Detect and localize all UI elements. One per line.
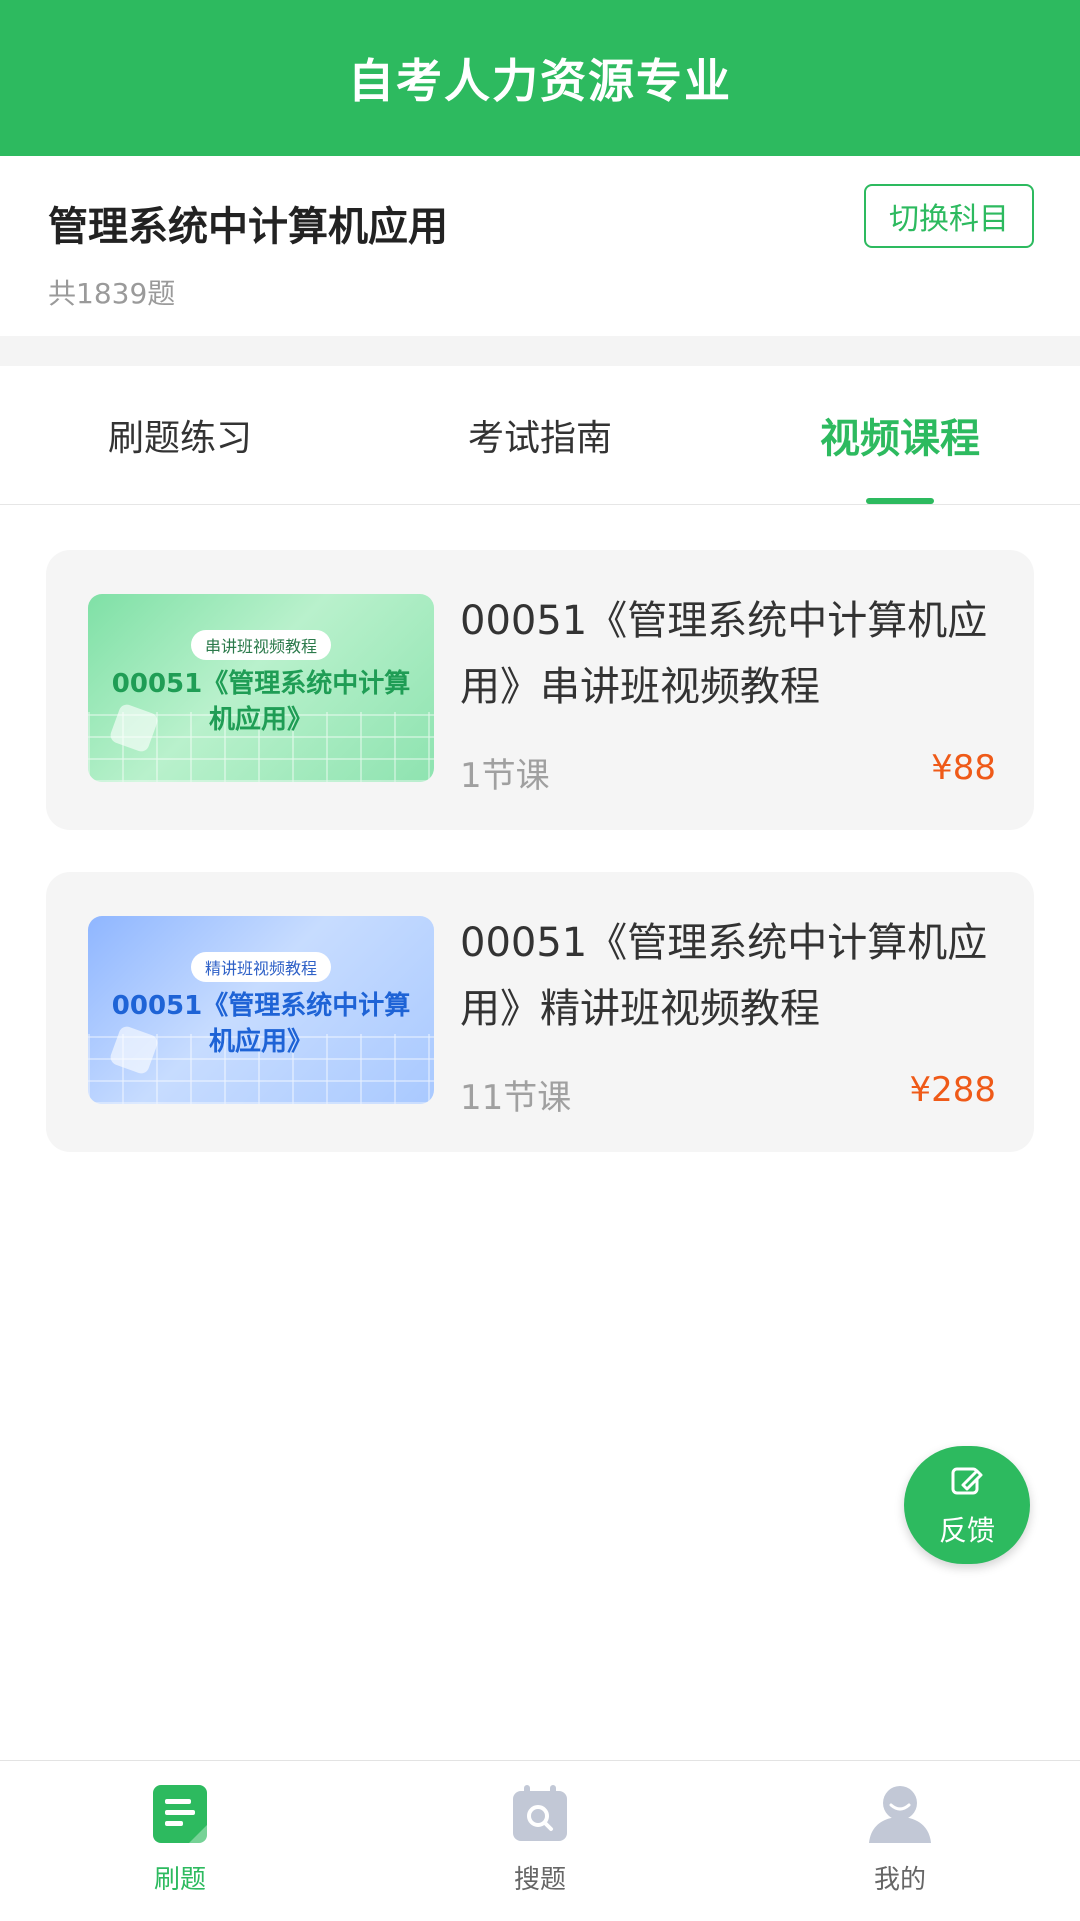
user-icon — [867, 1783, 933, 1849]
switch-subject-button[interactable]: 切换科目 — [864, 184, 1034, 248]
nav-label: 刷题 — [153, 1865, 206, 1895]
thumbnail-title-line2: 机应用》 — [208, 1027, 313, 1057]
feedback-button[interactable]: 反馈 — [904, 1446, 1030, 1564]
course-list: 串讲班视频教程 00051《管理系统中计算 机应用》 00051《管理系统中计算… — [46, 550, 1034, 1194]
nav-item-practice[interactable]: 刷题 — [0, 1761, 360, 1921]
nav-label: 搜题 — [513, 1865, 566, 1895]
subject-panel: 管理系统中计算机应用 共1839题 切换科目 — [0, 156, 1080, 336]
tab-label: 视频课程 — [820, 416, 980, 462]
subject-name: 管理系统中计算机应用 — [48, 204, 448, 250]
thumbnail-title-line2: 机应用》 — [208, 705, 313, 735]
section-divider — [0, 336, 1080, 366]
course-info: 00051《管理系统中计算机应用》串讲班视频教程 1节课 ¥88 — [460, 588, 1000, 796]
course-card[interactable]: 串讲班视频教程 00051《管理系统中计算 机应用》 00051《管理系统中计算… — [46, 550, 1034, 830]
tab-label: 刷题练习 — [107, 418, 252, 459]
lesson-count: 11节课 — [460, 1078, 572, 1118]
edit-note-icon — [947, 1461, 987, 1505]
tab-practice[interactable]: 刷题练习 — [0, 366, 360, 504]
course-price: ¥88 — [931, 748, 996, 788]
feedback-label: 反馈 — [938, 1514, 995, 1547]
active-tab-indicator — [866, 498, 934, 504]
course-thumbnail: 串讲班视频教程 00051《管理系统中计算 机应用》 — [88, 594, 434, 782]
course-card[interactable]: 精讲班视频教程 00051《管理系统中计算 机应用》 00051《管理系统中计算… — [46, 872, 1034, 1152]
thumbnail-tag: 串讲班视频教程 — [190, 630, 332, 660]
nav-label: 我的 — [873, 1865, 926, 1895]
bottom-navigation: 刷题 搜题 我的 — [0, 1760, 1080, 1921]
tab-exam-guide[interactable]: 考试指南 — [360, 366, 720, 504]
course-price: ¥288 — [909, 1070, 996, 1110]
question-count: 共1839题 — [48, 277, 176, 310]
document-icon — [149, 1783, 211, 1849]
course-title: 00051《管理系统中计算机应用》精讲班视频教程 — [460, 920, 988, 1032]
app-header: 自考人力资源专业 — [0, 0, 1080, 156]
nav-item-search[interactable]: 搜题 — [360, 1761, 720, 1921]
thumbnail-title: 00051《管理系统中计算 机应用》 — [88, 666, 434, 738]
tab-bar: 刷题练习 考试指南 视频课程 — [0, 366, 1080, 505]
thumbnail-title-line1: 00051《管理系统中计算 — [111, 991, 411, 1021]
course-info: 00051《管理系统中计算机应用》精讲班视频教程 11节课 ¥288 — [460, 910, 1000, 1118]
page-title: 自考人力资源专业 — [348, 54, 732, 108]
tab-video-courses[interactable]: 视频课程 — [720, 366, 1080, 504]
lesson-count: 1节课 — [460, 756, 550, 796]
calendar-search-icon — [509, 1783, 571, 1849]
nav-item-profile[interactable]: 我的 — [720, 1761, 1080, 1921]
thumbnail-tag: 精讲班视频教程 — [190, 952, 332, 982]
thumbnail-title: 00051《管理系统中计算 机应用》 — [88, 988, 434, 1060]
course-thumbnail: 精讲班视频教程 00051《管理系统中计算 机应用》 — [88, 916, 434, 1104]
tab-label: 考试指南 — [467, 418, 612, 459]
course-title: 00051《管理系统中计算机应用》串讲班视频教程 — [460, 598, 988, 710]
thumbnail-title-line1: 00051《管理系统中计算 — [111, 669, 411, 699]
